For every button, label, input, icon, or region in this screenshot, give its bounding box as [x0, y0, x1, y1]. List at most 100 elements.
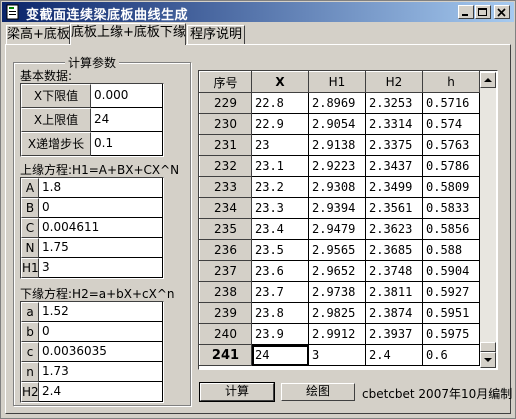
table-cell[interactable]: 0.5809 [422, 176, 480, 198]
table-cell[interactable]: 23.7 [251, 281, 309, 303]
table-cell[interactable]: 0.5951 [422, 302, 480, 324]
table-row[interactable]: 230 22.9 2.9054 2.3314 0.574 [199, 113, 480, 135]
table-cell[interactable]: 23.9 [251, 323, 309, 345]
close-button[interactable] [494, 5, 510, 19]
row-header[interactable]: 230 [199, 113, 252, 135]
column-header[interactable]: X [251, 71, 309, 93]
table-cell[interactable]: 0.5716 [422, 92, 480, 114]
table-cell[interactable]: 23.6 [251, 260, 309, 282]
row-header[interactable]: 234 [199, 197, 252, 219]
table-row[interactable]: 240 23.9 2.9912 2.3937 0.5975 [199, 323, 480, 345]
row-header[interactable]: 233 [199, 176, 252, 198]
xmax-field[interactable]: 24 [91, 108, 163, 132]
lower-b-field[interactable]: 0 [39, 322, 163, 342]
table-cell[interactable]: 2.3811 [365, 281, 423, 303]
table-row[interactable]: 239 23.8 2.9825 2.3874 0.5951 [199, 302, 480, 324]
results-grid[interactable]: 序号 X H1 H2 h 229 22.8 2.8969 2.3253 0.5716 23… [198, 70, 498, 370]
table-cell[interactable]: 0.5927 [422, 281, 480, 303]
table-cell[interactable]: 2.9394 [308, 197, 366, 219]
table-cell[interactable]: 23.1 [251, 155, 309, 177]
table-cell[interactable]: 2.9054 [308, 113, 366, 135]
plot-button[interactable]: 绘图 [281, 383, 355, 401]
row-header[interactable]: 229 [199, 92, 252, 114]
table-cell[interactable]: 2.9825 [308, 302, 366, 324]
upper-b-field[interactable]: 0 [39, 198, 163, 218]
table-row[interactable]: 234 23.3 2.9394 2.3561 0.5833 [199, 197, 480, 219]
table-cell[interactable]: 2.3253 [365, 92, 423, 114]
xmin-field[interactable]: 0.000 [91, 84, 163, 108]
lower-n-field[interactable]: 1.73 [39, 362, 163, 382]
table-cell[interactable]: 22.9 [251, 113, 309, 135]
table-cell[interactable]: 2.3561 [365, 197, 423, 219]
lower-c-field[interactable]: 0.0036035 [39, 342, 163, 362]
table-cell[interactable]: 2.3937 [365, 323, 423, 345]
title-bar[interactable]: 变截面连续梁底板曲线生成 [2, 2, 514, 23]
table-cell[interactable]: 0.5833 [422, 197, 480, 219]
table-cell[interactable]: 2.3623 [365, 218, 423, 240]
table-row[interactable]: 235 23.4 2.9479 2.3623 0.5856 [199, 218, 480, 240]
table-cell[interactable]: 23.3 [251, 197, 309, 219]
tab-program-notes[interactable]: 程序说明 [187, 25, 245, 44]
column-header[interactable]: 序号 [199, 71, 252, 93]
upper-a-field[interactable]: 1.8 [39, 178, 163, 198]
table-cell[interactable]: 2.4 [365, 344, 423, 366]
tab-upper-lower-edge[interactable]: 底板上缘+底板下缘 [70, 23, 186, 45]
table-row[interactable]: 238 23.7 2.9738 2.3811 0.5927 [199, 281, 480, 303]
table-cell[interactable]: 2.9652 [308, 260, 366, 282]
table-cell[interactable]: 0.574 [422, 113, 480, 135]
table-cell[interactable]: 2.9479 [308, 218, 366, 240]
table-cell[interactable]: 0.5786 [422, 155, 480, 177]
table-cell[interactable]: 2.3499 [365, 176, 423, 198]
table-cell[interactable]: 0.5856 [422, 218, 480, 240]
row-header[interactable]: 239 [199, 302, 252, 324]
row-header[interactable]: 241 [199, 344, 252, 366]
table-row[interactable]: 237 23.6 2.9652 2.3748 0.5904 [199, 260, 480, 282]
table-cell[interactable]: 23.8 [251, 302, 309, 324]
table-cell[interactable]: 2.3375 [365, 134, 423, 156]
calculate-button[interactable]: 计算 [199, 382, 275, 402]
table-cell[interactable]: 2.9738 [308, 281, 366, 303]
table-row[interactable]: 236 23.5 2.9565 2.3685 0.588 [199, 239, 480, 261]
table-cell[interactable]: 23.5 [251, 239, 309, 261]
table-cell[interactable]: 2.9912 [308, 323, 366, 345]
row-header[interactable]: 236 [199, 239, 252, 261]
table-cell[interactable]: 2.9138 [308, 134, 366, 156]
row-header[interactable]: 235 [199, 218, 252, 240]
table-cell[interactable]: 0.5763 [422, 134, 480, 156]
results-scrollbar[interactable] [480, 72, 496, 368]
table-cell[interactable]: 2.9565 [308, 239, 366, 261]
table-row[interactable]: 241 24 3 2.4 0.6 [199, 344, 480, 366]
table-cell[interactable]: 2.3748 [365, 260, 423, 282]
table-cell[interactable]: 2.8969 [308, 92, 366, 114]
table-cell[interactable]: 0.5975 [422, 323, 480, 345]
column-header[interactable]: h [422, 71, 480, 93]
table-cell[interactable]: 23 [251, 134, 309, 156]
row-header[interactable]: 231 [199, 134, 252, 156]
table-row[interactable]: 231 23 2.9138 2.3375 0.5763 [199, 134, 480, 156]
lower-a-field[interactable]: 1.52 [39, 302, 163, 322]
scroll-up-button[interactable] [480, 72, 496, 88]
upper-n-field[interactable]: 1.75 [39, 238, 163, 258]
row-header[interactable]: 238 [199, 281, 252, 303]
row-header[interactable]: 232 [199, 155, 252, 177]
table-cell[interactable]: 0.6 [422, 344, 480, 366]
table-cell[interactable]: 0.588 [422, 239, 480, 261]
column-header[interactable]: H2 [365, 71, 423, 93]
table-cell[interactable]: 23.4 [251, 218, 309, 240]
table-cell[interactable]: 22.8 [251, 92, 309, 114]
table-cell[interactable]: 2.9223 [308, 155, 366, 177]
table-cell[interactable]: 2.3874 [365, 302, 423, 324]
tab-beam-height[interactable]: 梁高+底板 [6, 25, 70, 44]
row-header[interactable]: 237 [199, 260, 252, 282]
maximize-button[interactable] [475, 5, 491, 19]
table-row[interactable]: 232 23.1 2.9223 2.3437 0.5786 [199, 155, 480, 177]
upper-h1-field[interactable]: 3 [39, 258, 163, 278]
scroll-down-button[interactable] [480, 352, 496, 368]
row-header[interactable]: 240 [199, 323, 252, 345]
table-cell[interactable]: 23.2 [251, 176, 309, 198]
table-cell[interactable]: 2.3685 [365, 239, 423, 261]
scroll-thumb[interactable] [480, 342, 496, 352]
table-cell[interactable]: 2.3314 [365, 113, 423, 135]
upper-c-field[interactable]: 0.004611 [39, 218, 163, 238]
xstep-field[interactable]: 0.1 [91, 132, 163, 156]
